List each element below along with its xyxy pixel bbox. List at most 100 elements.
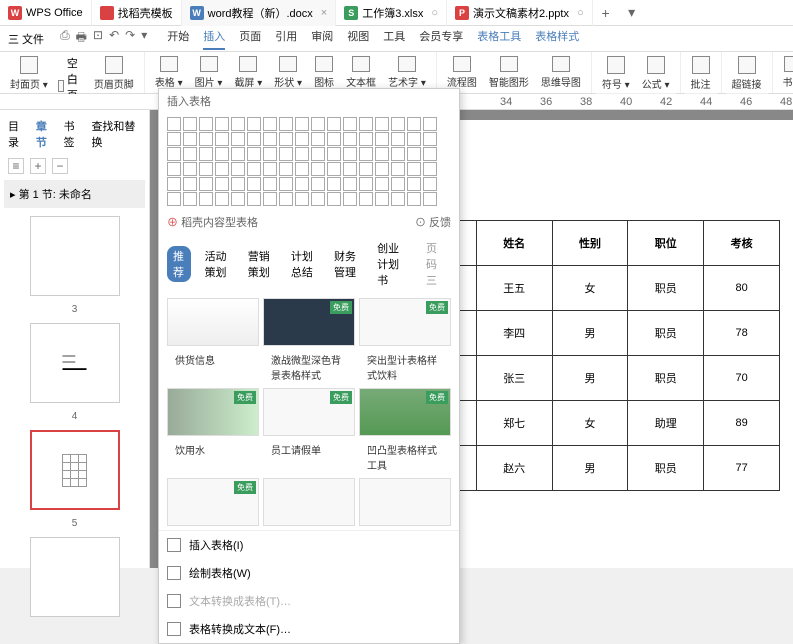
grid-cell[interactable] — [423, 132, 437, 146]
grid-cell[interactable] — [375, 192, 389, 206]
tab-view[interactable]: 视图 — [347, 28, 369, 50]
grid-cell[interactable] — [375, 117, 389, 131]
grid-cell[interactable] — [391, 147, 405, 161]
grid-cell[interactable] — [423, 117, 437, 131]
grid-cell[interactable] — [343, 147, 357, 161]
grid-cell[interactable] — [215, 177, 229, 191]
grid-cell[interactable] — [423, 147, 437, 161]
grid-cell[interactable] — [359, 177, 373, 191]
grid-cell[interactable] — [295, 192, 309, 206]
grid-cell[interactable] — [375, 147, 389, 161]
grid-cell[interactable] — [231, 132, 245, 146]
grid-cell[interactable] — [311, 162, 325, 176]
grid-cell[interactable] — [311, 177, 325, 191]
grid-cell[interactable] — [279, 132, 293, 146]
tab-page[interactable]: 页面 — [239, 28, 261, 50]
shapes-button[interactable]: 形状 ▾ — [268, 54, 308, 91]
grid-cell[interactable] — [247, 132, 261, 146]
grid-cell[interactable] — [247, 162, 261, 176]
cat-page[interactable]: 页码 三 — [420, 238, 451, 290]
grid-cell[interactable] — [407, 162, 421, 176]
grid-cell[interactable] — [407, 132, 421, 146]
grid-cell[interactable] — [183, 177, 197, 191]
sb-tab-bookmark[interactable]: 书签 — [64, 118, 84, 150]
wordart-button[interactable]: 艺术字 ▾ — [382, 54, 432, 91]
grid-cell[interactable] — [199, 192, 213, 206]
grid-cell[interactable] — [311, 117, 325, 131]
equation-button[interactable]: 公式 ▾ — [636, 54, 676, 93]
template-item[interactable]: 免费 — [167, 388, 259, 436]
grid-cell[interactable] — [231, 147, 245, 161]
grid-cell[interactable] — [279, 147, 293, 161]
file-menu[interactable]: 三 文件 — [4, 29, 48, 49]
grid-cell[interactable] — [167, 162, 181, 176]
tab-table-style[interactable]: 表格样式 — [535, 28, 579, 50]
grid-cell[interactable] — [199, 147, 213, 161]
grid-cell[interactable] — [423, 162, 437, 176]
grid-cell[interactable] — [279, 192, 293, 206]
preview-icon[interactable]: ⊡ — [93, 28, 103, 49]
grid-cell[interactable] — [327, 147, 341, 161]
grid-cell[interactable] — [199, 117, 213, 131]
grid-cell[interactable] — [359, 117, 373, 131]
grid-cell[interactable] — [423, 192, 437, 206]
grid-cell[interactable] — [359, 192, 373, 206]
grid-cell[interactable] — [199, 177, 213, 191]
grid-cell[interactable] — [263, 162, 277, 176]
page-thumbnail[interactable] — [30, 216, 120, 296]
grid-cell[interactable] — [183, 162, 197, 176]
grid-cell[interactable] — [295, 177, 309, 191]
grid-cell[interactable] — [391, 132, 405, 146]
sb-tab-section[interactable]: 章节 — [36, 118, 56, 150]
grid-cell[interactable] — [183, 132, 197, 146]
cat-marketing[interactable]: 营销策划 — [242, 246, 277, 282]
grid-cell[interactable] — [167, 117, 181, 131]
draw-table-item[interactable]: 绘制表格(W) — [159, 559, 459, 587]
grid-cell[interactable] — [215, 192, 229, 206]
grid-cell[interactable] — [391, 117, 405, 131]
tool-add-icon[interactable]: + — [30, 158, 46, 174]
grid-cell[interactable] — [391, 177, 405, 191]
grid-cell[interactable] — [343, 192, 357, 206]
textbox-button[interactable]: 文本框 — [340, 54, 382, 91]
comment-button[interactable]: 批注 — [685, 54, 717, 93]
grid-cell[interactable] — [311, 147, 325, 161]
grid-cell[interactable] — [247, 147, 261, 161]
sb-tab-toc[interactable]: 目录 — [8, 118, 28, 150]
template-item[interactable]: 免费 — [359, 298, 451, 346]
grid-cell[interactable] — [263, 177, 277, 191]
grid-cell[interactable] — [231, 177, 245, 191]
template-item[interactable]: 免费 — [167, 478, 259, 526]
grid-cell[interactable] — [231, 162, 245, 176]
grid-cell[interactable] — [359, 132, 373, 146]
grid-cell[interactable] — [279, 177, 293, 191]
grid-cell[interactable] — [327, 162, 341, 176]
tool-remove-icon[interactable]: − — [52, 158, 68, 174]
grid-cell[interactable] — [231, 117, 245, 131]
insert-table-item[interactable]: 插入表格(I) — [159, 531, 459, 559]
section-item[interactable]: ▸ 第 1 节: 未命名 — [4, 180, 145, 208]
close-icon[interactable]: ○ — [431, 7, 438, 19]
ppt-tab[interactable]: P演示文稿素材2.pptx○ — [447, 0, 593, 26]
grid-cell[interactable] — [375, 177, 389, 191]
grid-cell[interactable] — [247, 177, 261, 191]
table-to-text-item[interactable]: 表格转换成文本(F)… — [159, 615, 459, 643]
table-size-grid[interactable] — [159, 113, 459, 210]
grid-cell[interactable] — [295, 132, 309, 146]
grid-cell[interactable] — [407, 147, 421, 161]
app-tab[interactable]: WWPS Office — [0, 0, 92, 26]
grid-cell[interactable] — [183, 192, 197, 206]
cat-recommend[interactable]: 推荐 — [167, 246, 191, 282]
template-item[interactable]: 免费 — [359, 388, 451, 436]
grid-cell[interactable] — [167, 192, 181, 206]
add-tab-button[interactable]: + — [593, 5, 619, 21]
grid-cell[interactable] — [343, 177, 357, 191]
grid-cell[interactable] — [311, 192, 325, 206]
grid-cell[interactable] — [407, 192, 421, 206]
grid-cell[interactable] — [407, 177, 421, 191]
grid-cell[interactable] — [407, 117, 421, 131]
template-item[interactable] — [359, 478, 451, 526]
cat-startup[interactable]: 创业计划书 — [371, 238, 412, 290]
grid-cell[interactable] — [295, 117, 309, 131]
template-item[interactable]: 免费 — [263, 298, 355, 346]
